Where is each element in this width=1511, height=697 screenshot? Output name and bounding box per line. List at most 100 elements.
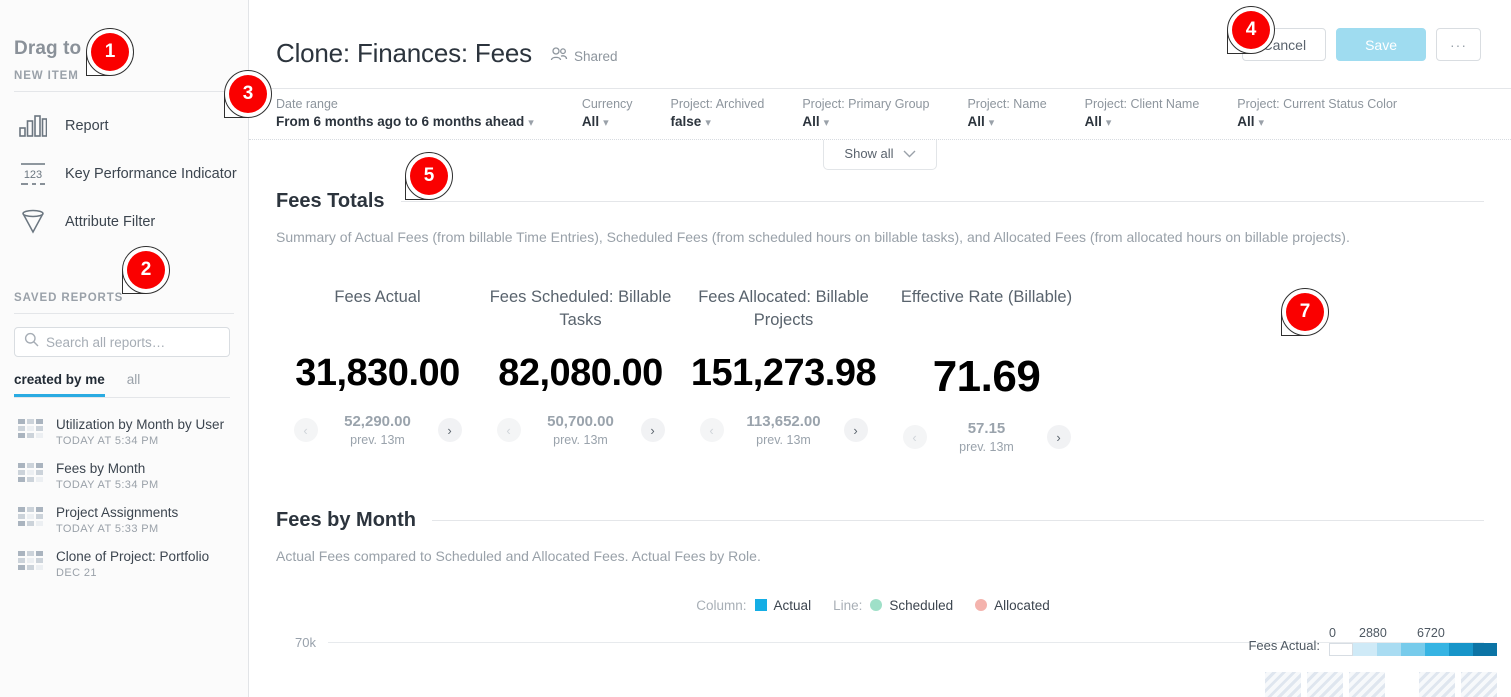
filter-value: false ▾ <box>671 113 765 131</box>
list-item[interactable]: Fees by Month TODAY AT 5:34 PM <box>0 454 248 498</box>
show-all-button[interactable]: Show all <box>823 140 937 170</box>
new-item-attribute-filter[interactable]: Attribute Filter <box>0 198 248 246</box>
filter-label: Date range <box>276 97 338 112</box>
divider <box>432 520 1484 522</box>
next-period-button[interactable]: › <box>640 418 665 443</box>
kpi-prev-label: prev. 13m <box>350 433 405 448</box>
filter-value: All ▾ <box>1085 113 1200 131</box>
page-title: Clone: Finances: Fees <box>276 38 532 68</box>
new-item-list: Report 123 Key Performance Indicator Att… <box>0 92 248 246</box>
filter-label: Currency <box>581 97 633 112</box>
color-scale-box: 0 2880 6720 <box>1329 626 1497 656</box>
filter-currency[interactable]: Currency All ▾ <box>582 97 633 130</box>
kpi-label: Fees Actual <box>334 288 421 307</box>
divider <box>14 313 234 314</box>
report-date: TODAY AT 5:34 PM <box>56 434 159 447</box>
filter-value-text: All <box>967 114 985 130</box>
search-input[interactable] <box>46 334 220 350</box>
filter-project-client-name[interactable]: Project: Client Name All ▾ <box>1085 97 1200 130</box>
kpi-label: Fees Allocated: Billable Projects <box>698 288 869 330</box>
prev-period-button[interactable]: ‹ <box>699 418 724 443</box>
color-scale-step <box>1401 643 1425 656</box>
placeholder-block <box>1265 672 1301 697</box>
color-scale-label: Fees Actual: <box>1248 638 1320 653</box>
kpi-fees-scheduled: Fees Scheduled: Billable Tasks 82,080.00… <box>479 286 682 454</box>
placeholder-block <box>1461 672 1497 697</box>
shared-badge: Shared <box>550 47 618 66</box>
filter-date-range[interactable]: Date range From 6 months ago to 6 months… <box>276 97 534 130</box>
page-header: Clone: Finances: Fees Shared Cancel Save… <box>249 0 1511 88</box>
saved-report-list: Utilization by Month by User TODAY AT 5:… <box>0 410 248 586</box>
filter-value: All ▾ <box>1237 113 1397 131</box>
save-button[interactable]: Save <box>1336 28 1426 61</box>
legend-item-allocated[interactable]: Allocated <box>975 598 1050 613</box>
next-period-button[interactable]: › <box>843 418 868 443</box>
placeholder-block <box>1419 672 1455 697</box>
filter-project-name[interactable]: Project: Name All ▾ <box>967 97 1046 130</box>
list-item[interactable]: Project Assignments TODAY AT 5:33 PM <box>0 498 248 542</box>
report-grid-icon <box>18 550 44 571</box>
prev-period-button[interactable]: ‹ <box>293 418 318 443</box>
new-item-kpi[interactable]: 123 Key Performance Indicator <box>0 150 248 198</box>
search-reports-box[interactable] <box>14 327 230 357</box>
legend-swatch-actual <box>754 599 767 612</box>
filter-value: From 6 months ago to 6 months ahead ▾ <box>276 113 534 131</box>
bar-chart-icon <box>18 111 48 141</box>
kpi-prev-row: ‹ 50,700.00 prev. 13m › <box>479 413 682 447</box>
next-period-button[interactable]: › <box>437 418 462 443</box>
callout-number: 2 <box>127 251 165 289</box>
next-period-button[interactable]: › <box>1046 425 1071 450</box>
filter-value: All ▾ <box>802 113 929 131</box>
new-item-label: Key Performance Indicator <box>65 166 237 182</box>
chevron-down-icon: ▾ <box>528 117 534 130</box>
tab-all[interactable]: all <box>127 372 141 397</box>
kpi-fees-allocated: Fees Allocated: Billable Projects 151,27… <box>682 286 885 454</box>
color-scale-step <box>1353 643 1377 656</box>
callout-number: 5 <box>410 157 448 195</box>
chevron-down-icon: ▾ <box>1105 117 1112 130</box>
color-scale-tick: 0 <box>1329 626 1336 640</box>
legend-label: Scheduled <box>889 597 954 613</box>
filter-value-text: From 6 months ago to 6 months ahead <box>276 114 525 130</box>
placeholder-block <box>1349 672 1385 697</box>
fees-by-month-title: Fees by Month <box>276 509 417 532</box>
chart-legend: Column: Actual Line: Scheduled Allocated <box>276 598 1484 613</box>
kpi-fees-actual: Fees Actual 31,830.00 ‹ 52,290.00 prev. … <box>276 286 479 454</box>
tab-created-by-me[interactable]: created by me <box>14 372 105 397</box>
callout-number: 4 <box>1232 11 1270 49</box>
shared-label: Shared <box>573 49 618 64</box>
report-date: TODAY AT 5:34 PM <box>56 478 159 491</box>
kpi-value: 82,080.00 <box>498 352 663 395</box>
new-item-report[interactable]: Report <box>0 102 248 150</box>
color-scale-tick: 2880 <box>1359 626 1387 640</box>
fees-totals-description: Summary of Actual Fees (from billable Ti… <box>276 229 1350 245</box>
prev-period-button[interactable]: ‹ <box>496 418 521 443</box>
chevron-down-icon: ▾ <box>823 117 830 130</box>
more-options-button[interactable]: ··· <box>1436 28 1481 61</box>
report-name: Clone of Project: Portfolio <box>56 548 210 564</box>
legend-item-actual[interactable]: Actual <box>754 598 811 613</box>
legend-item-scheduled[interactable]: Scheduled <box>870 598 953 613</box>
chart-loading-placeholders <box>1265 672 1497 697</box>
color-scale-step <box>1377 643 1401 656</box>
fees-by-month-description: Actual Fees compared to Scheduled and Al… <box>276 548 761 565</box>
legend-line-caption: Line: <box>833 597 863 613</box>
kpi-label: Fees Scheduled: Billable Tasks <box>489 288 672 330</box>
filter-label: Project: Archived <box>670 97 765 112</box>
placeholder-block <box>1307 672 1343 697</box>
legend-label: Allocated <box>994 597 1050 613</box>
color-scale-legend: Fees Actual: 0 2880 6720 <box>1248 626 1497 656</box>
chevron-down-icon: ▾ <box>603 117 609 130</box>
filter-label: Project: Current Status Color <box>1237 97 1398 112</box>
filter-label: Project: Client Name <box>1084 97 1200 112</box>
color-scale-step <box>1449 643 1473 656</box>
new-item-label: Report <box>65 118 109 134</box>
list-item[interactable]: Clone of Project: Portfolio DEC 21 <box>0 542 248 586</box>
sidebar: Drag to NEW ITEM Report 123 Key Performa… <box>0 0 249 697</box>
filter-project-primary-group[interactable]: Project: Primary Group All ▾ <box>802 97 929 130</box>
main-content: Clone: Finances: Fees Shared Cancel Save… <box>249 0 1511 697</box>
list-item[interactable]: Utilization by Month by User TODAY AT 5:… <box>0 410 248 454</box>
filter-project-archived[interactable]: Project: Archived false ▾ <box>671 97 765 130</box>
filter-project-current-status-color[interactable]: Project: Current Status Color All ▾ <box>1237 97 1397 130</box>
prev-period-button[interactable]: ‹ <box>902 425 927 450</box>
